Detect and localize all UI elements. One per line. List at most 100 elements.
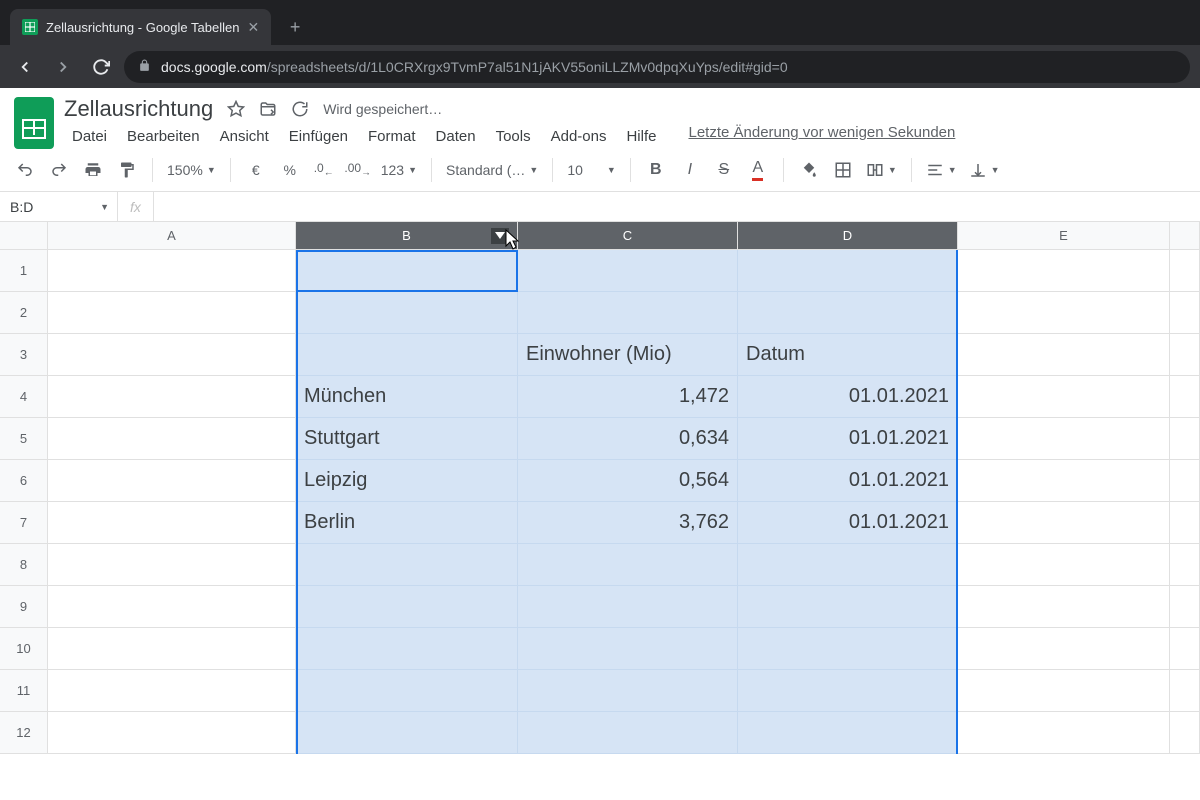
cell-e5[interactable] (958, 418, 1170, 460)
row-header-9[interactable]: 9 (0, 586, 48, 628)
cell-c2[interactable] (518, 292, 738, 334)
cell-d5[interactable]: 01.01.2021 (738, 418, 958, 460)
cell-c5[interactable]: 0,634 (518, 418, 738, 460)
row-header-11[interactable]: 11 (0, 670, 48, 712)
cell-f11[interactable] (1170, 670, 1200, 712)
borders-button[interactable] (828, 155, 858, 185)
strikethrough-button[interactable]: S (709, 155, 739, 185)
column-header-e[interactable]: E (958, 222, 1170, 250)
cell-f5[interactable] (1170, 418, 1200, 460)
cell-a11[interactable] (48, 670, 296, 712)
cell-c7[interactable]: 3,762 (518, 502, 738, 544)
cell-e6[interactable] (958, 460, 1170, 502)
cell-f3[interactable] (1170, 334, 1200, 376)
column-header-c[interactable]: C (518, 222, 738, 250)
menu-datei[interactable]: Datei (64, 124, 115, 149)
reload-button[interactable] (86, 52, 116, 82)
cell-f9[interactable] (1170, 586, 1200, 628)
cell-d1[interactable] (738, 250, 958, 292)
fill-color-button[interactable] (794, 155, 824, 185)
cell-b11[interactable] (296, 670, 518, 712)
cell-a3[interactable] (48, 334, 296, 376)
print-button[interactable] (78, 155, 108, 185)
menu-ansicht[interactable]: Ansicht (212, 124, 277, 149)
cell-d2[interactable] (738, 292, 958, 334)
forward-button[interactable] (48, 52, 78, 82)
menu-daten[interactable]: Daten (428, 124, 484, 149)
increase-decimal-button[interactable]: .00→ (343, 155, 373, 185)
menu-hilfe[interactable]: Hilfe (618, 124, 664, 149)
number-format-select[interactable]: 123▼ (377, 162, 421, 178)
cell-b10[interactable] (296, 628, 518, 670)
cell-e1[interactable] (958, 250, 1170, 292)
cell-a5[interactable] (48, 418, 296, 460)
cell-d12[interactable] (738, 712, 958, 754)
cell-f12[interactable] (1170, 712, 1200, 754)
row-header-1[interactable]: 1 (0, 250, 48, 292)
text-color-button[interactable]: A (743, 155, 773, 185)
cell-d11[interactable] (738, 670, 958, 712)
back-button[interactable] (10, 52, 40, 82)
cell-e12[interactable] (958, 712, 1170, 754)
column-menu-icon[interactable] (491, 228, 509, 244)
close-tab-icon[interactable]: ✕ (247, 19, 259, 36)
cell-b6[interactable]: Leipzig (296, 460, 518, 502)
cell-c9[interactable] (518, 586, 738, 628)
cell-e8[interactable] (958, 544, 1170, 586)
cell-d4[interactable]: 01.01.2021 (738, 376, 958, 418)
undo-button[interactable] (10, 155, 40, 185)
decrease-decimal-button[interactable]: .0← (309, 155, 339, 185)
redo-button[interactable] (44, 155, 74, 185)
column-header-b[interactable]: B (296, 222, 518, 250)
address-bar[interactable]: docs.google.com/spreadsheets/d/1L0CRXrgx… (124, 51, 1190, 83)
cell-c12[interactable] (518, 712, 738, 754)
font-select[interactable]: Standard (…▼ (442, 162, 542, 178)
cell-e4[interactable] (958, 376, 1170, 418)
column-header-f[interactable] (1170, 222, 1200, 250)
menu-format[interactable]: Format (360, 124, 424, 149)
cell-b7[interactable]: Berlin (296, 502, 518, 544)
cell-a4[interactable] (48, 376, 296, 418)
cell-d3[interactable]: Datum (738, 334, 958, 376)
row-header-2[interactable]: 2 (0, 292, 48, 334)
bold-button[interactable]: B (641, 155, 671, 185)
cell-f2[interactable] (1170, 292, 1200, 334)
row-header-8[interactable]: 8 (0, 544, 48, 586)
cell-d6[interactable]: 01.01.2021 (738, 460, 958, 502)
column-header-d[interactable]: D (738, 222, 958, 250)
menu-bearbeiten[interactable]: Bearbeiten (119, 124, 208, 149)
cell-a8[interactable] (48, 544, 296, 586)
cell-a6[interactable] (48, 460, 296, 502)
cell-a1[interactable] (48, 250, 296, 292)
cell-a7[interactable] (48, 502, 296, 544)
vertical-align-button[interactable]: ▼ (965, 161, 1004, 179)
cell-b2[interactable] (296, 292, 518, 334)
cell-a12[interactable] (48, 712, 296, 754)
star-icon[interactable] (227, 100, 245, 118)
row-header-4[interactable]: 4 (0, 376, 48, 418)
last-edit-link[interactable]: Letzte Änderung vor wenigen Sekunden (688, 124, 955, 149)
cell-c10[interactable] (518, 628, 738, 670)
browser-tab[interactable]: Zellausrichtung - Google Tabellen ✕ (10, 9, 271, 45)
cell-c8[interactable] (518, 544, 738, 586)
cell-e11[interactable] (958, 670, 1170, 712)
cell-a9[interactable] (48, 586, 296, 628)
merge-cells-button[interactable]: ▼ (862, 161, 901, 179)
cell-a10[interactable] (48, 628, 296, 670)
font-size-select[interactable]: 10▼ (563, 162, 620, 178)
cell-f4[interactable] (1170, 376, 1200, 418)
cell-f10[interactable] (1170, 628, 1200, 670)
row-header-12[interactable]: 12 (0, 712, 48, 754)
menu-einfuegen[interactable]: Einfügen (281, 124, 356, 149)
cell-d9[interactable] (738, 586, 958, 628)
cell-c11[interactable] (518, 670, 738, 712)
row-header-5[interactable]: 5 (0, 418, 48, 460)
cell-b9[interactable] (296, 586, 518, 628)
cell-c6[interactable]: 0,564 (518, 460, 738, 502)
cell-a2[interactable] (48, 292, 296, 334)
name-box[interactable]: B:D▼ (0, 192, 118, 221)
cell-c3[interactable]: Einwohner (Mio) (518, 334, 738, 376)
row-header-7[interactable]: 7 (0, 502, 48, 544)
sheets-logo[interactable] (14, 97, 54, 149)
paint-format-button[interactable] (112, 155, 142, 185)
